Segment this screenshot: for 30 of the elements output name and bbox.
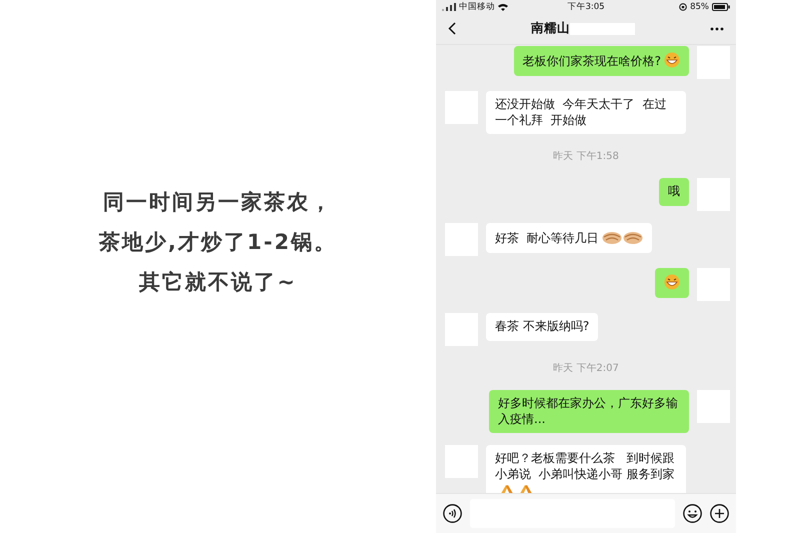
sent-message-bubble: 老板你们家茶现在啥价格?: [514, 46, 689, 76]
timestamp: 昨天 下午2:07: [553, 362, 619, 375]
rotation-lock-icon: [679, 2, 688, 10]
emoji-icon[interactable]: [683, 504, 702, 523]
signal-icon: [442, 2, 456, 10]
clock-time: 下午3:05: [567, 2, 605, 12]
sent-message-bubble: 好多时候都在家办公，广东好多输入疫情...: [489, 390, 689, 433]
grin-emoji-icon: [664, 52, 680, 68]
caption-line: 其它就不说了~: [139, 268, 297, 296]
more-icon[interactable]: [710, 26, 724, 30]
caption-line: 同一时间另一家茶农，: [103, 188, 333, 216]
handshake-emoji-icon: [602, 229, 622, 245]
grin-emoji-icon: [664, 274, 680, 290]
received-message-bubble: 好茶 耐心等待几日: [486, 223, 652, 252]
voice-icon[interactable]: [443, 504, 462, 523]
caption-line: 茶地少,才炒了1-2锅。: [99, 228, 337, 256]
avatar[interactable]: [697, 46, 730, 79]
back-icon[interactable]: [448, 22, 456, 35]
wifi-icon: [498, 2, 508, 10]
received-message-bubble: 春茶 不来版纳吗?: [486, 313, 598, 340]
battery-icon: [712, 2, 730, 10]
sent-message-bubble: 哦: [659, 178, 689, 206]
carrier-name: 中国移动: [459, 0, 495, 12]
chat-title: 南糯山: [531, 20, 570, 37]
received-message-bubble: 还没开始做 今年天太干了 在过一个礼拜 开始做: [486, 91, 686, 134]
received-message-bubble: 好吧？老板需要什么茶 到时候跟小弟说 小弟叫快递小哥 服务到家: [486, 445, 686, 493]
handshake-emoji-icon: [622, 229, 643, 245]
plus-icon[interactable]: [710, 504, 729, 523]
battery-percent: 85%: [690, 2, 709, 12]
timestamp: 昨天 下午1:58: [553, 150, 619, 163]
